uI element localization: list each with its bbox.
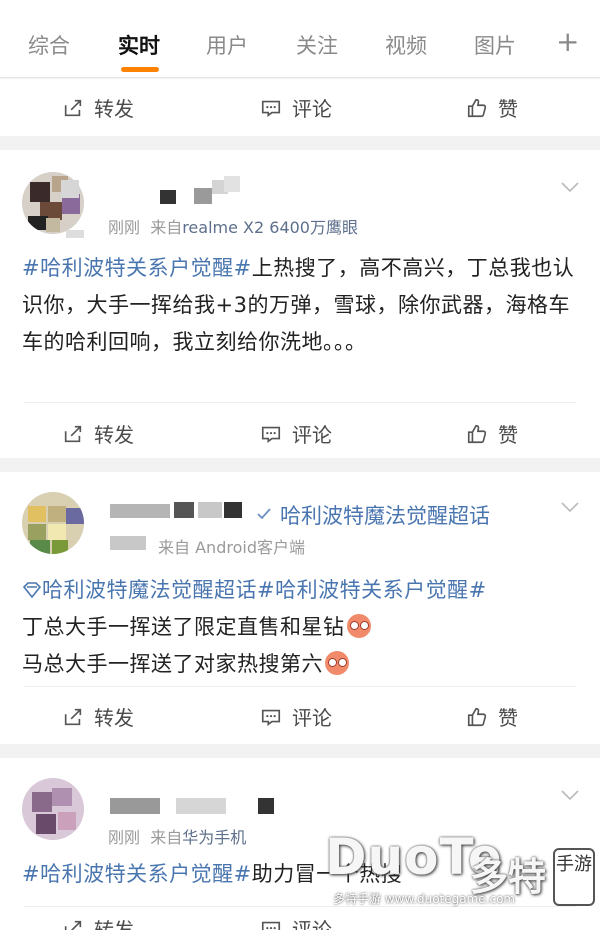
source-prefix: 来自 <box>150 218 183 237</box>
emoji-icon <box>325 651 349 675</box>
like-button[interactable]: 赞 <box>466 419 518 448</box>
share-icon <box>64 425 82 442</box>
like-label: 赞 <box>498 97 518 121</box>
post-meta: 刚刚 来自realme X2 6400万鹰眼 <box>108 214 358 238</box>
avatar-pixelation <box>66 230 84 238</box>
like-label: 赞 <box>498 706 518 730</box>
super-topic-diamond-icon <box>22 582 42 599</box>
comment-icon <box>261 921 281 930</box>
post-card: 刚刚 来自realme X2 6400万鹰眼 #哈利波特关系户觉醒#上热搜了，高… <box>0 150 600 458</box>
active-tab-indicator <box>121 67 159 72</box>
share-label: 转发 <box>94 918 134 930</box>
comment-button[interactable]: 评论 <box>260 93 332 122</box>
tab-following[interactable]: 关注 <box>296 30 338 60</box>
share-label: 转发 <box>94 706 134 730</box>
username-redacted <box>194 188 212 204</box>
time-redacted <box>110 536 146 550</box>
chevron-down-icon[interactable] <box>560 788 580 802</box>
super-topic-link[interactable]: 哈利波特魔法觉醒超话 <box>280 500 490 530</box>
comment-icon <box>261 426 281 443</box>
username-redacted <box>258 798 274 814</box>
avatar[interactable] <box>22 778 84 840</box>
share-icon <box>64 99 82 116</box>
like-button[interactable]: 赞 <box>466 93 518 122</box>
comment-label: 评论 <box>292 97 332 121</box>
tab-videos[interactable]: 视频 <box>385 30 427 60</box>
tab-realtime[interactable]: 实时 <box>118 30 160 60</box>
post-card: 转发 评论 赞 <box>0 79 600 136</box>
share-label: 转发 <box>94 423 134 447</box>
post-card: 哈利波特魔法觉醒超话 来自 Android客户端 哈利波特魔法觉醒超话#哈利波特… <box>0 472 600 744</box>
watermark-badge: 手游 <box>553 848 595 906</box>
action-bar: 转发 评论 赞 <box>0 403 600 463</box>
source-prefix: 来自 <box>158 538 191 557</box>
username-redacted <box>110 798 160 814</box>
username-redacted <box>174 502 194 518</box>
post-meta: 来自 Android客户端 <box>158 534 305 558</box>
tab-users[interactable]: 用户 <box>206 30 248 60</box>
share-label: 转发 <box>94 97 134 121</box>
super-topic-icon <box>257 508 271 520</box>
comment-icon <box>261 709 281 726</box>
post-time: 刚刚 <box>108 828 141 847</box>
post-source[interactable]: Android客户端 <box>195 538 305 557</box>
post-meta: 刚刚 来自华为手机 <box>108 824 246 848</box>
post-text: 哈利波特魔法觉醒超话#哈利波特关系户觉醒# 丁总大手一挥送了限定直售和星钻 马总… <box>22 572 578 683</box>
post-source[interactable]: 华为手机 <box>182 828 246 847</box>
comment-button[interactable]: 评论 <box>260 419 332 448</box>
comment-label: 评论 <box>292 423 332 447</box>
post-source[interactable]: realme X2 6400万鹰眼 <box>182 218 358 237</box>
watermark-url: 多特手游 www.duotegame.com <box>333 892 516 906</box>
tab-images[interactable]: 图片 <box>474 30 516 60</box>
avatar-pixelation <box>61 180 79 198</box>
username-redacted <box>110 504 170 518</box>
post-text: #哈利波特关系户觉醒#上热搜了，高不高兴，丁总我也认识你，大手一挥给我+3的万弹… <box>22 250 578 361</box>
thumbs-up-icon <box>467 98 487 117</box>
emoji-icon <box>346 614 371 638</box>
post-time: 刚刚 <box>108 218 141 237</box>
avatar[interactable] <box>22 492 84 554</box>
share-icon <box>64 708 82 725</box>
like-label: 赞 <box>498 423 518 447</box>
hashtag-link[interactable]: #哈利波特关系户觉醒# <box>257 578 487 602</box>
username-redacted <box>176 798 226 814</box>
share-button[interactable]: 转发 <box>62 419 134 448</box>
action-bar: 转发 评论 赞 <box>0 686 600 746</box>
post-body-line: 马总大手一挥送了对家热搜第六 <box>22 652 323 676</box>
thumbs-up-icon <box>467 707 487 726</box>
action-bar: 转发 评论 赞 <box>0 79 600 139</box>
username-redacted <box>224 176 240 192</box>
username-redacted <box>224 502 242 518</box>
hashtag-link[interactable]: #哈利波特关系户觉醒# <box>22 256 252 280</box>
share-icon <box>64 920 82 930</box>
add-tab-icon[interactable]: + <box>556 28 579 56</box>
avatar-pixelation <box>46 218 60 232</box>
comment-button[interactable]: 评论 <box>260 702 332 731</box>
username-redacted <box>160 190 176 204</box>
super-topic-link[interactable]: 哈利波特魔法觉醒超话 <box>42 578 257 602</box>
thumbs-up-icon <box>467 424 487 443</box>
share-button[interactable]: 转发 <box>62 93 134 122</box>
tab-comprehensive[interactable]: 综合 <box>28 30 70 60</box>
hashtag-link[interactable]: #哈利波特关系户觉醒# <box>22 862 252 886</box>
share-button[interactable]: 转发 <box>62 914 134 930</box>
like-button[interactable]: 赞 <box>466 702 518 731</box>
comment-icon <box>261 100 281 117</box>
comment-button[interactable]: 评论 <box>260 914 332 930</box>
share-button[interactable]: 转发 <box>62 702 134 731</box>
chevron-down-icon[interactable] <box>560 500 580 514</box>
site-watermark: DuoTe 多特 手游 多特手游 www.duotegame.com <box>325 828 600 930</box>
post-body-line: 丁总大手一挥送了限定直售和星钻 <box>22 615 345 639</box>
search-tabs: 综合 实时 用户 关注 视频 图片 + <box>0 0 600 78</box>
source-prefix: 来自 <box>150 828 183 847</box>
username-redacted <box>198 502 222 518</box>
comment-label: 评论 <box>292 706 332 730</box>
chevron-down-icon[interactable] <box>560 180 580 194</box>
